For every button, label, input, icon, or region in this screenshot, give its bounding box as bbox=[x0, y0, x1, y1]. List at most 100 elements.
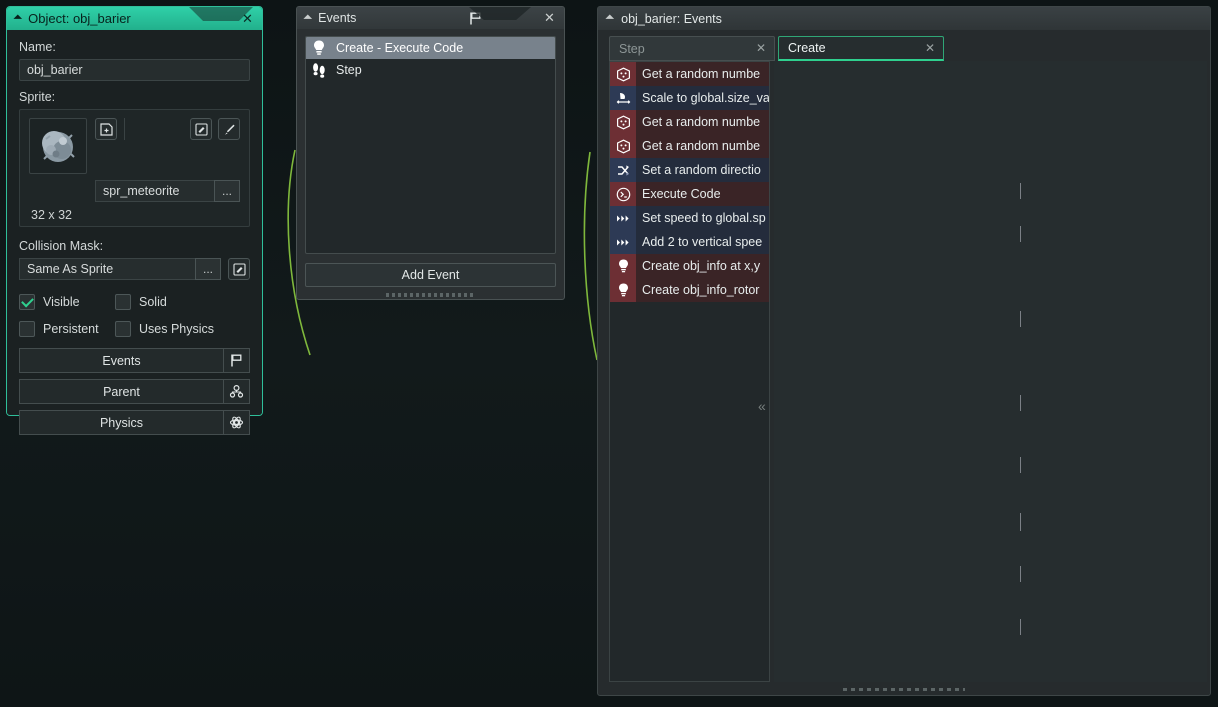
editor-title: obj_barier: Events bbox=[621, 11, 722, 26]
object-window-close-button[interactable]: ✕ bbox=[240, 11, 255, 26]
collision-mask-row: Same As Sprite ... bbox=[19, 258, 250, 280]
speed-icon bbox=[610, 230, 636, 254]
events-button-row: Events bbox=[19, 348, 250, 373]
paint-brush-icon bbox=[224, 124, 235, 135]
action-canvas[interactable]: ◤ Get Random Number ▾ ✕ Type Decimal▾ Mi… bbox=[774, 61, 1207, 682]
lightbulb-icon bbox=[308, 38, 330, 58]
action-row[interactable]: Add 2 to vertical spee bbox=[610, 230, 769, 254]
object-window-title: Object: obj_barier bbox=[28, 11, 131, 26]
action-row-label: Set a random directio bbox=[642, 163, 761, 177]
object-window-titlebar[interactable]: ◤ Object: obj_barier ✕ bbox=[7, 7, 262, 30]
add-event-button[interactable]: Add Event bbox=[305, 263, 556, 287]
persistent-checkbox-box[interactable] bbox=[19, 321, 35, 337]
action-row[interactable]: Create obj_info_rotor bbox=[610, 278, 769, 302]
physics-button[interactable]: Physics bbox=[19, 410, 223, 435]
action-row-label: Execute Code bbox=[642, 187, 721, 201]
events-window: ◤ Events ✕ Create - Execute Code Step Ad… bbox=[296, 6, 565, 300]
checkbox-uses-physics[interactable]: Uses Physics bbox=[115, 321, 214, 337]
editor-titlebar[interactable]: ◤ obj_barier: Events bbox=[598, 7, 1210, 30]
tab-create-close-icon[interactable]: ✕ bbox=[925, 41, 935, 55]
block-connector bbox=[1020, 311, 1021, 327]
persistent-label: Persistent bbox=[43, 322, 99, 336]
physics-button-icon-holder[interactable] bbox=[223, 410, 250, 435]
dice-icon bbox=[610, 62, 636, 86]
collapse-left-icon[interactable]: « bbox=[758, 398, 766, 414]
tab-step-close-icon[interactable]: ✕ bbox=[756, 41, 766, 55]
events-window-close-button[interactable]: ✕ bbox=[542, 10, 557, 25]
sprite-picker-button[interactable]: ... bbox=[214, 180, 240, 202]
object-properties-window: ◤ Object: obj_barier ✕ Name: obj_barier … bbox=[6, 6, 263, 435]
events-list: Create - Execute Code Step bbox=[305, 36, 556, 254]
dice-icon bbox=[610, 134, 636, 158]
object-flags: Visible Solid Persistent Uses Physics bbox=[19, 294, 250, 337]
action-row-label: Scale to global.size_va bbox=[642, 91, 770, 105]
collapse-triangle-icon[interactable]: ◤ bbox=[605, 13, 616, 24]
block-connector bbox=[1020, 513, 1021, 531]
checkbox-solid[interactable]: Solid bbox=[115, 294, 211, 310]
collision-mask-picker-button[interactable]: ... bbox=[195, 258, 221, 280]
tab-create[interactable]: Create ✕ bbox=[778, 36, 944, 61]
paint-sprite-button[interactable] bbox=[218, 118, 240, 140]
uses-physics-checkbox-box[interactable] bbox=[115, 321, 131, 337]
solid-checkbox-box[interactable] bbox=[115, 294, 131, 310]
edit-mask-icon bbox=[232, 262, 246, 276]
block-connector bbox=[1020, 619, 1021, 635]
parent-button-icon-holder[interactable] bbox=[223, 379, 250, 404]
atom-icon bbox=[229, 416, 244, 429]
action-row-label: Get a random numbe bbox=[642, 115, 761, 129]
sprite-size-label: 32 x 32 bbox=[31, 208, 73, 222]
collapse-triangle-icon[interactable]: ◤ bbox=[13, 13, 24, 24]
action-row[interactable]: Scale to global.size_va bbox=[610, 86, 769, 110]
lightbulb-icon bbox=[610, 278, 636, 302]
action-row[interactable]: Execute Code bbox=[610, 182, 769, 206]
collapse-triangle-icon[interactable]: ◤ bbox=[303, 13, 314, 24]
resize-grip[interactable] bbox=[385, 293, 476, 297]
event-editor-window: ◤ obj_barier: Events Step ✕ Create ✕ Get… bbox=[597, 6, 1211, 696]
toolbar-divider bbox=[124, 118, 125, 140]
edit-collision-mask-button[interactable] bbox=[228, 258, 250, 280]
console-icon bbox=[610, 182, 636, 206]
visible-checkbox-box[interactable] bbox=[19, 294, 35, 310]
checkbox-visible[interactable]: Visible bbox=[19, 294, 115, 310]
action-row[interactable]: Set a random directio bbox=[610, 158, 769, 182]
editor-tabbar: Step ✕ Create ✕ bbox=[609, 36, 944, 61]
event-item-step[interactable]: Step bbox=[306, 59, 555, 81]
footsteps-icon bbox=[308, 60, 330, 80]
new-sprite-button[interactable] bbox=[95, 118, 117, 140]
collision-mask-input[interactable]: Same As Sprite bbox=[19, 258, 195, 280]
parent-button[interactable]: Parent bbox=[19, 379, 223, 404]
editor-body: Step ✕ Create ✕ Get a random numbe Scale… bbox=[598, 30, 1210, 695]
action-row-label: Get a random numbe bbox=[642, 67, 761, 81]
action-row[interactable]: Get a random numbe bbox=[610, 134, 769, 158]
tab-step[interactable]: Step ✕ bbox=[609, 36, 775, 61]
action-row-label: Create obj_info_rotor bbox=[642, 283, 760, 297]
edit-sprite-icon bbox=[194, 122, 208, 136]
lightbulb-icon bbox=[610, 254, 636, 278]
action-list[interactable]: Get a random numbe Scale to global.size_… bbox=[609, 61, 770, 682]
action-row[interactable]: Get a random numbe bbox=[610, 62, 769, 86]
checkbox-persistent[interactable]: Persistent bbox=[19, 321, 115, 337]
events-window-titlebar[interactable]: ◤ Events ✕ bbox=[297, 7, 564, 29]
parent-button-row: Parent bbox=[19, 379, 250, 404]
object-name-input[interactable]: obj_barier bbox=[19, 59, 250, 81]
sprite-name-input[interactable]: spr_meteorite bbox=[95, 180, 214, 202]
block-connector bbox=[1020, 566, 1021, 582]
action-row[interactable]: Create obj_info at x,y bbox=[610, 254, 769, 278]
visible-label: Visible bbox=[43, 295, 80, 309]
event-item-step-label: Step bbox=[336, 63, 362, 77]
new-sprite-icon bbox=[99, 122, 113, 136]
tab-create-label: Create bbox=[788, 41, 826, 55]
events-button[interactable]: Events bbox=[19, 348, 223, 373]
tab-step-label: Step bbox=[619, 41, 645, 56]
edit-sprite-button[interactable] bbox=[190, 118, 212, 140]
event-item-create[interactable]: Create - Execute Code bbox=[306, 37, 555, 59]
resize-grip[interactable] bbox=[843, 688, 965, 691]
action-row[interactable]: Get a random numbe bbox=[610, 110, 769, 134]
sprite-thumbnail[interactable] bbox=[29, 118, 87, 174]
events-window-title: Events bbox=[318, 11, 357, 25]
block-connector bbox=[1020, 226, 1021, 242]
action-row[interactable]: Set speed to global.sp bbox=[610, 206, 769, 230]
events-button-icon-holder[interactable] bbox=[223, 348, 250, 373]
solid-label: Solid bbox=[139, 295, 167, 309]
dice-icon bbox=[610, 110, 636, 134]
